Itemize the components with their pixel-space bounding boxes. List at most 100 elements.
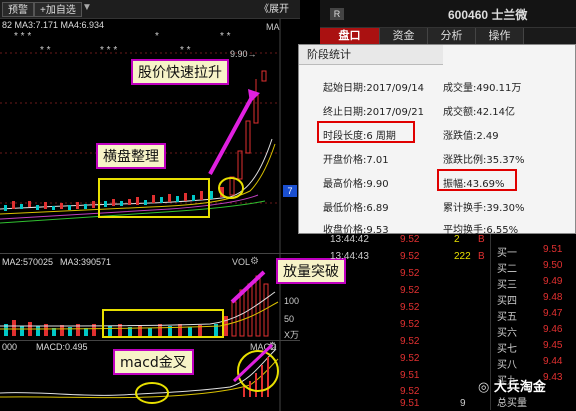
vol-axis-50: 50	[284, 314, 295, 324]
tick-price: 9.52	[400, 251, 420, 262]
candle	[112, 199, 115, 206]
event-marker: * *	[40, 45, 51, 56]
book-price: 9.50	[543, 260, 563, 271]
tick-price: 9.52	[400, 319, 420, 330]
candle	[152, 195, 155, 203]
dropdown-arrow-icon[interactable]: ▼	[82, 2, 92, 13]
candle	[28, 201, 31, 207]
vol-bar	[108, 326, 112, 336]
candle	[144, 200, 147, 205]
vol-bar	[178, 324, 182, 336]
book-price: 9.48	[543, 292, 563, 303]
event-marker: * * *	[100, 45, 117, 56]
candle	[104, 201, 107, 207]
tick-price: 9.51	[400, 370, 420, 381]
book-label: 买五	[497, 312, 517, 323]
candle	[36, 205, 39, 210]
stat-turnover-amount: 成交额:42.14亿	[443, 107, 515, 118]
book-label: 买六	[497, 328, 517, 339]
stat-high-price: 最高价格:9.90	[323, 179, 389, 190]
tab-analysis[interactable]: 分析	[428, 28, 476, 44]
alert-button[interactable]: 预警	[2, 2, 34, 17]
stat-volume: 成交量:490.11万	[443, 83, 522, 94]
vol-bar	[36, 326, 40, 336]
candle	[253, 94, 259, 124]
annotation-macd-cross: macd金叉	[113, 349, 194, 375]
tick-price: 9.52	[400, 336, 420, 347]
volume-bars-svg	[0, 254, 281, 341]
candle	[128, 199, 131, 205]
book-label: 买三	[497, 280, 517, 291]
stat-close-price: 收盘价格:9.53	[323, 225, 389, 236]
candle	[68, 205, 71, 210]
stage-stats-popup: 阶段统计 起始日期:2017/09/14 成交量:490.11万 终止日期:20…	[298, 44, 576, 236]
book-price: 9.49	[543, 276, 563, 287]
tab-operation[interactable]: 操作	[476, 28, 524, 44]
tick-price: 9.52	[400, 353, 420, 364]
chart-toolbar: 预警 +加自选 ▼ 《展开	[0, 0, 300, 19]
peak-price-label: 9.90→	[230, 49, 257, 59]
add-favorite-button[interactable]: +加自选	[34, 2, 82, 17]
price-chart-pane: 82 MA3:7.171 MA4:6.934 MA * * * * * * * …	[0, 19, 300, 253]
candle	[136, 197, 139, 205]
vol-axis-100: 100	[284, 296, 300, 306]
stat-open-price: 开盘价格:7.01	[323, 155, 389, 166]
vol-bar	[20, 326, 24, 336]
tick-side: B	[478, 251, 485, 262]
annotation-price-rise: 股价快速拉升	[131, 59, 229, 85]
tick-price: 9.51	[400, 398, 420, 409]
vol-bar	[231, 301, 237, 337]
r-badge: R	[330, 8, 344, 20]
tick-price: 9.52	[400, 386, 420, 397]
candle	[60, 203, 63, 209]
book-price: 9.45	[543, 340, 563, 351]
candle	[84, 204, 87, 209]
book-price: 9.51	[543, 244, 563, 255]
book-label: 买一	[497, 248, 517, 259]
stock-header: R 600460 士兰微	[320, 0, 576, 28]
event-marker: * *	[220, 31, 231, 42]
book-label: 买二	[497, 264, 517, 275]
candle	[176, 196, 179, 202]
stat-low-price: 最低价格:6.89	[323, 203, 389, 214]
candle	[200, 191, 203, 200]
macd-chart-pane: 000 MACD:0.495 MACD ⚙ macd金叉	[0, 340, 300, 411]
tick-time: 13:44:43	[330, 251, 369, 262]
candle	[184, 193, 187, 201]
book-label: 买四	[497, 296, 517, 307]
vol-bar	[12, 320, 16, 336]
book-price: 9.44	[543, 356, 563, 367]
vol-bar	[188, 327, 192, 336]
candle	[237, 150, 243, 180]
book-label: 买七	[497, 344, 517, 355]
trade-ticks: 13:44:42 9.52 2 B 13:44:43 9.52 222 B 9.…	[330, 234, 490, 410]
volume-chart-pane: MA2:570025 MA3:390571 VOL ⚙ 160 100 50 X…	[0, 253, 346, 341]
vol-bar	[255, 275, 261, 337]
tab-handicap[interactable]: 盘口	[320, 28, 380, 44]
stat-start-date: 起始日期:2017/09/14	[323, 83, 425, 94]
candle	[120, 201, 123, 206]
stock-code-name: 600460 士兰微	[448, 8, 528, 22]
stat-change-value: 涨跌值:2.49	[443, 131, 499, 142]
candle	[92, 201, 95, 208]
expand-button[interactable]: 《展开	[254, 2, 294, 17]
candle	[44, 202, 47, 209]
annotation-consolidation: 横盘整理	[96, 143, 166, 169]
stat-change-ratio: 涨跌比例:35.37%	[443, 155, 525, 166]
tick-price: 9.52	[400, 285, 420, 296]
highlight-amplitude-box	[437, 169, 517, 191]
current-price-marker: 7	[283, 185, 297, 197]
tick-price: 9.52	[400, 268, 420, 279]
tab-funds[interactable]: 资金	[380, 28, 428, 44]
tick-price: 9.52	[400, 234, 420, 245]
vol-bar	[60, 325, 64, 336]
panel-tabs: 盘口 资金 分析 操作	[320, 28, 576, 44]
candle	[229, 176, 235, 196]
event-marker: * *	[180, 45, 191, 56]
candle	[192, 195, 195, 201]
event-marker: * * *	[14, 31, 31, 42]
candle	[261, 70, 267, 82]
tick-vol: 9	[460, 398, 466, 409]
highlight-period-box	[317, 121, 415, 143]
vol-bar	[158, 324, 162, 336]
